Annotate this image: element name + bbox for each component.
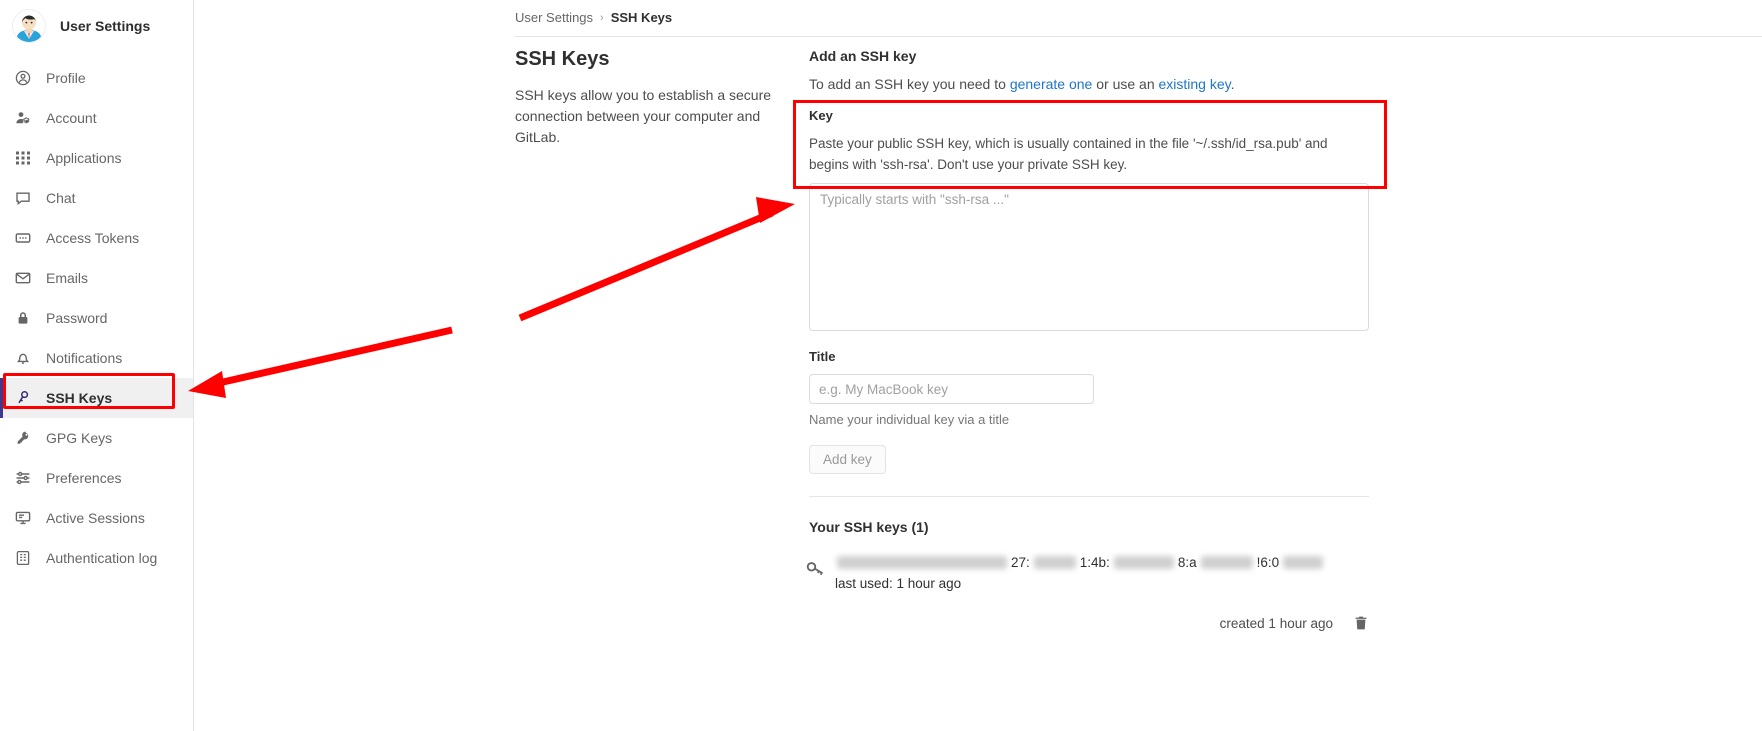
ssh-key-details: 27: 1:4b: 8:a !6:0 last used: 1 hour ago [835, 553, 1369, 591]
sliders-icon [14, 469, 32, 487]
sidebar-item-profile[interactable]: Profile [0, 58, 193, 98]
page-title: SSH Keys [515, 48, 610, 70]
form-intro-prefix: To add an SSH key you need to [809, 76, 1010, 92]
redacted-fingerprint-segment [1200, 555, 1253, 569]
sidebar-item-label: Account [46, 110, 97, 126]
redacted-fingerprint-segment [1033, 555, 1076, 569]
log-book-icon [14, 549, 32, 567]
form-intro: To add an SSH key you need to generate o… [809, 76, 1371, 92]
envelope-icon [14, 269, 32, 287]
account-icon [14, 109, 32, 127]
sidebar-item-label: Notifications [46, 350, 123, 366]
key-input[interactable] [809, 183, 1369, 331]
profile-icon [14, 69, 32, 87]
sidebar-item-label: Chat [46, 190, 76, 206]
page-description-column: SSH Keys SSH keys allow you to establish… [515, 48, 785, 148]
breadcrumb-root[interactable]: User Settings [515, 10, 593, 25]
sidebar-item-label: Access Tokens [46, 230, 140, 246]
sidebar-item-account[interactable]: Account [0, 98, 193, 138]
sidebar-item-label: Active Sessions [46, 510, 145, 526]
sidebar-item-emails[interactable]: Emails [0, 258, 193, 298]
your-ssh-keys-heading: Your SSH keys (1) [809, 519, 929, 535]
sidebar-item-chat[interactable]: Chat [0, 178, 193, 218]
fingerprint-fragment: 8:a [1177, 554, 1197, 570]
form-heading: Add an SSH key [809, 48, 917, 64]
existing-key-link[interactable]: existing key [1159, 76, 1231, 92]
sidebar-title: User Settings [60, 18, 151, 34]
sidebar-item-authentication-log[interactable]: Authentication log [0, 538, 193, 578]
ssh-key-list-item: 27: 1:4b: 8:a !6:0 last used: 1 hour ago… [806, 553, 1369, 631]
breadcrumb-current: SSH Keys [610, 10, 673, 25]
sidebar-nav: Profile Account Applications Chat Access… [0, 58, 193, 578]
token-icon [14, 229, 32, 247]
fingerprint-fragment: 1:4b: [1079, 554, 1110, 570]
chat-bubble-icon [14, 189, 32, 207]
sidebar-item-password[interactable]: Password [0, 298, 193, 338]
sidebar-item-gpg-keys[interactable]: GPG Keys [0, 418, 193, 458]
sidebar-item-ssh-keys[interactable]: SSH Keys [0, 378, 193, 418]
form-intro-suffix: . [1230, 76, 1235, 92]
add-key-button[interactable]: Add key [809, 445, 886, 474]
key-field-label: Key [809, 108, 833, 123]
sidebar-item-label: Preferences [46, 470, 122, 486]
sidebar-item-label: Password [46, 310, 108, 326]
trash-icon[interactable] [1353, 615, 1369, 631]
sidebar-item-label: Profile [46, 70, 86, 86]
keys-section-divider [809, 496, 1369, 497]
sidebar-item-label: SSH Keys [46, 390, 113, 406]
form-intro-middle: or use an [1092, 76, 1159, 92]
user-avatar-icon [13, 10, 45, 42]
redacted-fingerprint-segment [837, 555, 1007, 569]
fingerprint-fragment: 27: [1011, 554, 1030, 570]
key-icon [805, 559, 825, 579]
title-field-label: Title [809, 349, 836, 364]
sidebar: User Settings Profile Account Applicatio… [0, 0, 194, 731]
key-icon [14, 429, 32, 447]
applications-grid-icon [14, 149, 32, 167]
title-input[interactable] [809, 374, 1094, 404]
ssh-key-fingerprint: 27: 1:4b: 8:a !6:0 [835, 553, 1369, 571]
redacted-fingerprint-segment [1283, 555, 1324, 569]
sidebar-header[interactable]: User Settings [0, 0, 193, 52]
key-field-help: Paste your public SSH key, which is usua… [809, 136, 1328, 172]
sidebar-item-label: Authentication log [46, 550, 158, 566]
add-ssh-key-form: Add an SSH key To add an SSH key you nee… [806, 48, 1371, 631]
redacted-fingerprint-segment [1113, 555, 1174, 569]
monitor-icon [14, 509, 32, 527]
sidebar-item-preferences[interactable]: Preferences [0, 458, 193, 498]
sidebar-item-notifications[interactable]: Notifications [0, 338, 193, 378]
page-description: SSH keys allow you to establish a secure… [515, 87, 772, 145]
lock-icon [14, 309, 32, 327]
sidebar-item-access-tokens[interactable]: Access Tokens [0, 218, 193, 258]
bell-icon [14, 349, 32, 367]
sidebar-item-label: Applications [46, 150, 122, 166]
sidebar-item-label: Emails [46, 270, 89, 286]
sidebar-item-applications[interactable]: Applications [0, 138, 193, 178]
generate-one-link[interactable]: generate one [1010, 76, 1093, 92]
sidebar-item-label: GPG Keys [46, 430, 113, 446]
title-field-help: Name your individual key via a title [809, 412, 1010, 427]
ssh-key-footer: created 1 hour ago [809, 615, 1369, 631]
ssh-key-last-used: last used: 1 hour ago [835, 576, 962, 591]
breadcrumb-divider [515, 36, 1762, 37]
breadcrumb-separator-icon: › [600, 11, 604, 24]
breadcrumb: User Settings › SSH Keys [515, 10, 672, 25]
avatar [12, 9, 46, 43]
ssh-key-created: created 1 hour ago [1219, 615, 1333, 631]
key-icon [14, 389, 32, 407]
sidebar-item-active-sessions[interactable]: Active Sessions [0, 498, 193, 538]
main-content: User Settings › SSH Keys SSH Keys SSH ke… [194, 0, 1762, 731]
fingerprint-fragment: !6:0 [1256, 554, 1280, 570]
